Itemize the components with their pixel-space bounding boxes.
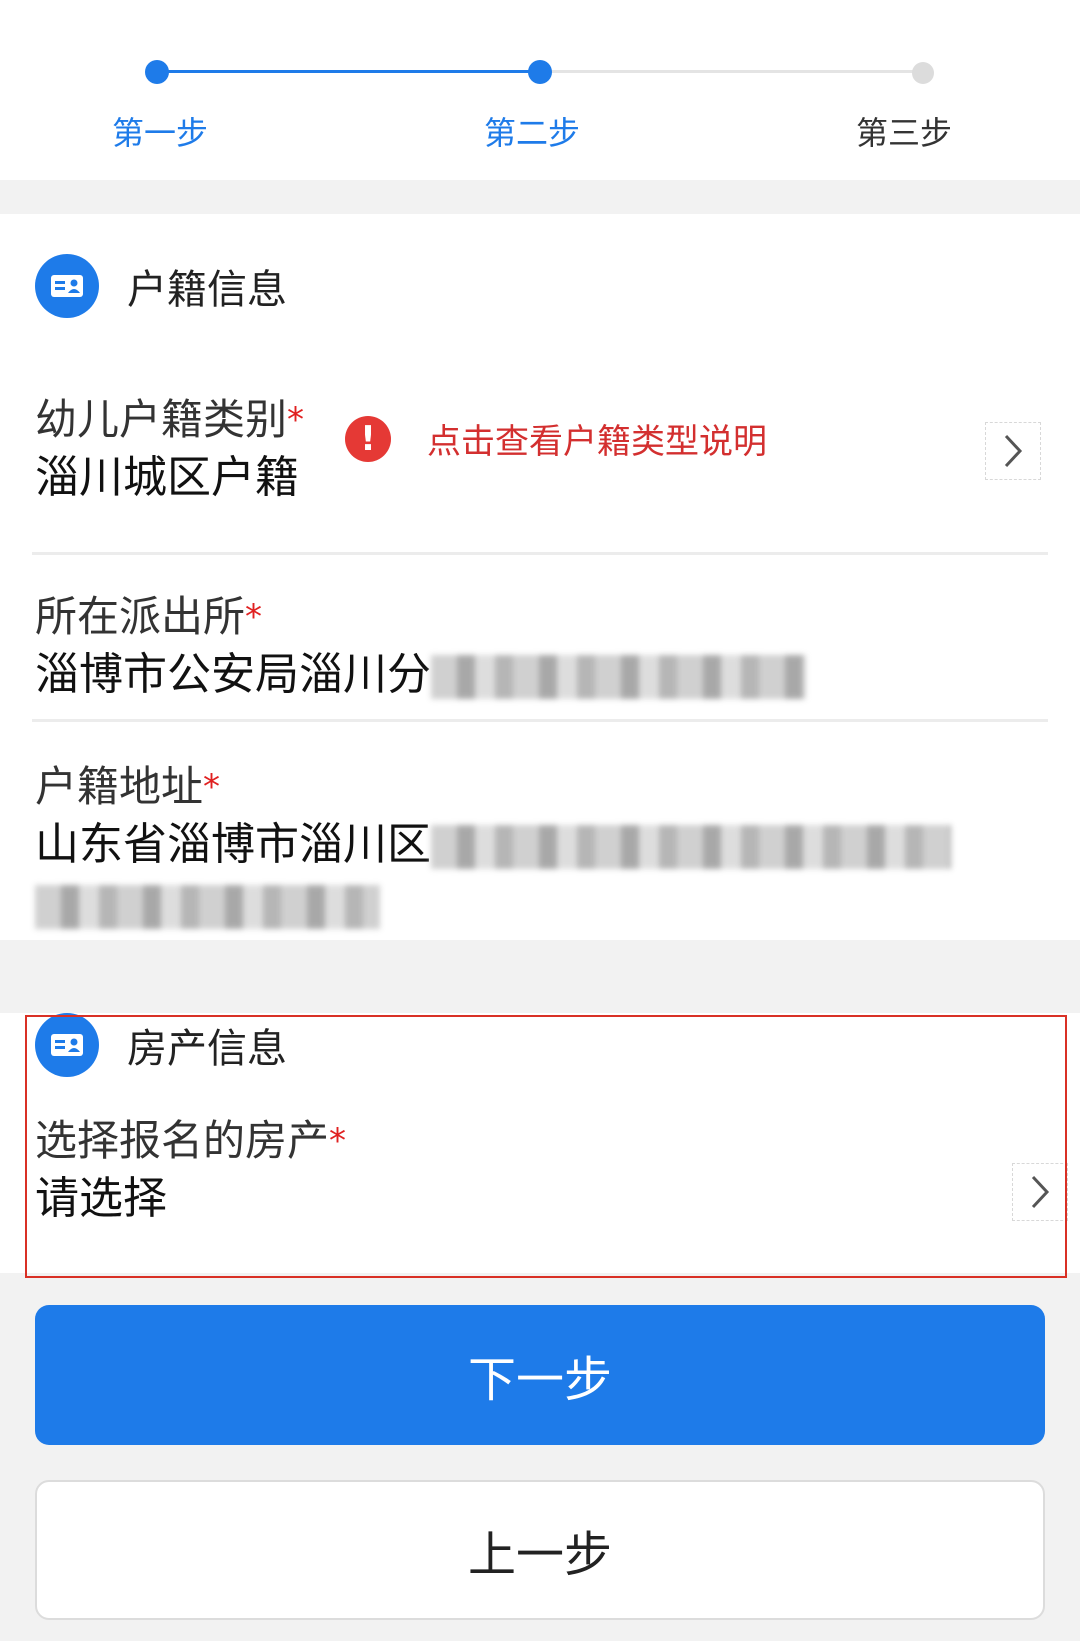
required-mark: * <box>287 400 305 440</box>
police-station-label: 所在派出所 <box>35 592 246 641</box>
chevron-right-icon[interactable] <box>985 422 1041 480</box>
redacted-text <box>431 655 806 699</box>
huji-type-hint[interactable]: ! 点击查看户籍类型说明 <box>345 414 767 463</box>
step-label-3: 第三步 <box>855 114 952 152</box>
step-dot-3 <box>912 62 934 84</box>
stepper: 第一步 第二步 第三步 <box>0 0 1080 180</box>
step-connector-pending <box>540 70 923 73</box>
police-station-value: 淄博市公安局淄川分 <box>35 649 431 700</box>
required-mark: * <box>203 767 221 807</box>
step-dot-2 <box>528 60 552 84</box>
police-station-field: 所在派出所* 淄博市公安局淄川分 <box>35 589 1000 705</box>
highlight-box <box>25 1015 1067 1278</box>
address-label-row: 户籍地址* <box>35 759 1000 815</box>
redacted-text <box>35 885 380 929</box>
step-label-1: 第一步 <box>111 114 208 152</box>
police-station-value-row: 淄博市公安局淄川分 <box>35 645 1000 705</box>
next-step-button[interactable]: 下一步 <box>35 1305 1045 1445</box>
id-card-icon <box>35 254 99 318</box>
huji-section-title: 户籍信息 <box>127 267 287 313</box>
prev-step-button[interactable]: 上一步 <box>35 1480 1045 1620</box>
required-mark: * <box>245 597 263 637</box>
redacted-text <box>431 825 951 869</box>
step-dot-1 <box>145 60 169 84</box>
warning-icon: ! <box>345 415 391 462</box>
huji-type-hint-text[interactable]: 点击查看户籍类型说明 <box>427 414 767 463</box>
address-value: 山东省淄博市淄川区 <box>35 819 431 870</box>
address-label: 户籍地址 <box>35 762 204 811</box>
huji-section-header: 户籍信息 <box>35 254 287 318</box>
address-value-row: 山东省淄博市淄川区 <box>35 815 1000 875</box>
huji-category-label: 幼儿户籍类别 <box>35 395 288 444</box>
address-field: 户籍地址* 山东省淄博市淄川区 <box>35 759 1000 935</box>
divider <box>32 552 1048 555</box>
divider <box>32 719 1048 722</box>
address-value-row-2 <box>35 875 1000 935</box>
police-station-label-row: 所在派出所* <box>35 589 1000 645</box>
step-connector-done <box>157 70 540 73</box>
huji-section: 户籍信息 幼儿户籍类别* 淄川城区户籍 ! 点击查看户籍类型说明 所在派出所* … <box>0 214 1080 940</box>
step-label-2: 第二步 <box>483 114 580 152</box>
